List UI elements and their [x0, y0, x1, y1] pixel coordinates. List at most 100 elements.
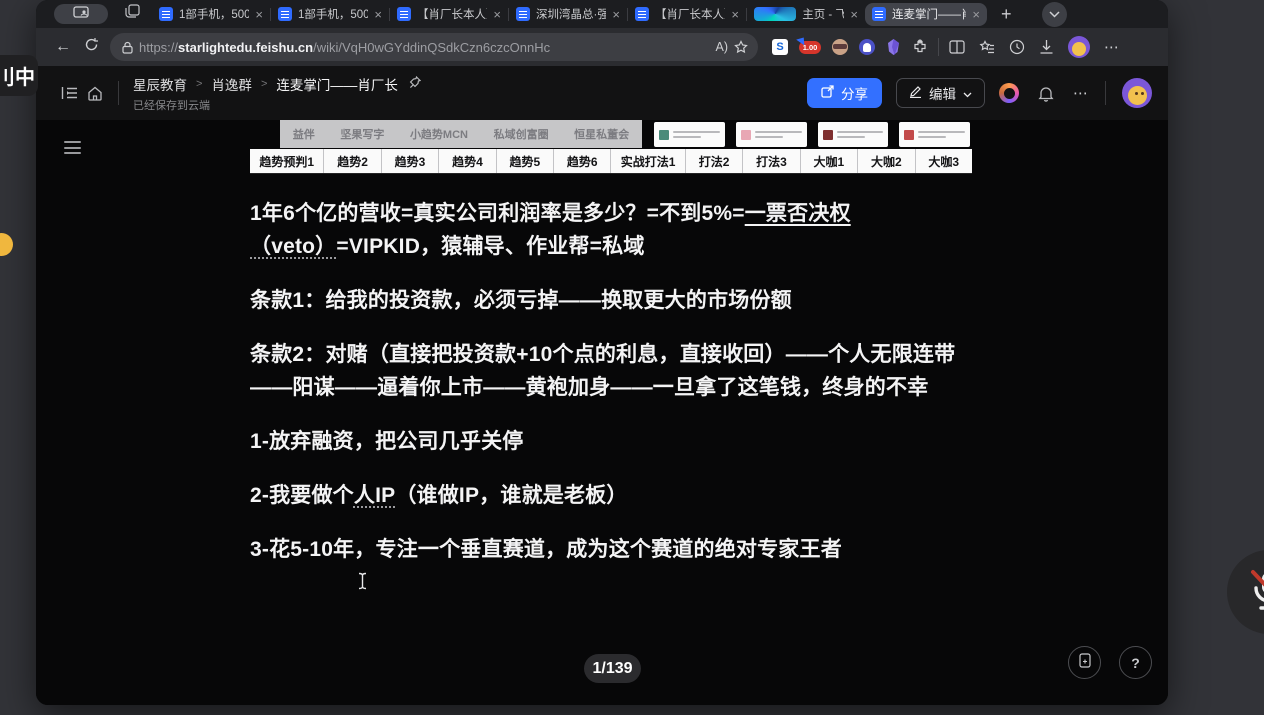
close-tab-icon[interactable]: × [972, 8, 980, 21]
extension-ghost-icon[interactable] [859, 39, 875, 55]
embed-tab[interactable]: 大咖2 [858, 149, 915, 173]
history-button[interactable] [1009, 39, 1025, 55]
extension-glasses-icon[interactable] [832, 39, 848, 55]
favorite-star-icon[interactable] [734, 40, 748, 54]
back-button[interactable]: ← [50, 34, 76, 60]
card-text-line [837, 136, 865, 138]
doc-tools-button[interactable] [1068, 646, 1101, 679]
card-lines [673, 131, 720, 138]
pencil-icon [909, 85, 922, 101]
card-text-line [918, 131, 965, 133]
text-segment: 2-我要做个 [250, 484, 354, 507]
close-tab-icon[interactable]: × [493, 8, 501, 21]
catalog-toggle-button[interactable] [64, 141, 81, 158]
tab-search-button[interactable] [1042, 2, 1067, 27]
doc-more-button[interactable]: ⋯ [1073, 84, 1089, 102]
browser-tab[interactable]: 1部手机，5000块× [152, 0, 270, 28]
browser-tab[interactable]: 深圳湾晶总·强 × [509, 0, 627, 28]
browser-tab[interactable]: 连麦掌门——肖厂× [865, 3, 987, 26]
tab-preview-button[interactable] [54, 4, 108, 24]
close-tab-icon[interactable]: × [374, 8, 382, 21]
embed-tab[interactable]: 趋势3 [382, 149, 439, 173]
home-button[interactable] [82, 80, 108, 106]
mic-muted-indicator[interactable] [1227, 550, 1264, 634]
page-indicator: 1/139 [584, 654, 641, 683]
favorites-hub-button[interactable] [979, 40, 995, 55]
extensions-puzzle-icon[interactable] [912, 39, 928, 55]
close-tab-icon[interactable]: × [612, 8, 620, 21]
browser-tab[interactable]: 【肖厂长本人】直 × [390, 0, 508, 28]
address-bar[interactable]: https://starlightedu.feishu.cn/wiki/VqH0… [110, 33, 758, 61]
notification-bell-button[interactable] [1033, 80, 1059, 106]
browser-tab[interactable]: 1部手机，5000块 × [271, 0, 389, 28]
workspaces-button[interactable] [120, 2, 144, 26]
edit-button[interactable]: 编辑 [896, 78, 985, 108]
close-tab-icon[interactable]: × [850, 8, 858, 21]
text-segment: 一票否决权 [745, 202, 851, 225]
breadcrumb-item[interactable]: 连麦掌门——肖厂长 [276, 74, 398, 94]
embed-tab[interactable]: 趋势预判1 [250, 149, 324, 173]
text-segment: 人IP [354, 484, 395, 507]
paragraph-list[interactable]: 1年6个亿的营收=真实公司利润率是多少？=不到5%=一票否决权（veto）=VI… [250, 197, 972, 566]
user-avatar[interactable] [1122, 78, 1152, 108]
close-tab-icon[interactable]: × [731, 8, 739, 21]
browser-tab[interactable]: 【肖厂长本人】直× [628, 0, 746, 28]
refresh-button[interactable] [78, 34, 104, 60]
embed-tab[interactable]: 打法2 [686, 149, 743, 173]
embed-tab[interactable]: 趋势4 [439, 149, 496, 173]
breadcrumb-block: 星辰教育>肖逸群>连麦掌门——肖厂长 已经保存到云端 [133, 74, 421, 113]
browser-menu-button[interactable]: ⋯ [1104, 38, 1120, 56]
embed-tab[interactable]: 打法3 [743, 149, 800, 173]
read-aloud-button[interactable]: A) [716, 40, 729, 54]
save-status: 已经保存到云端 [133, 97, 421, 113]
downloads-button[interactable] [1039, 39, 1054, 55]
pin-icon[interactable] [409, 76, 421, 92]
gradient-ring-icon[interactable] [999, 83, 1019, 103]
card-text-line [755, 131, 802, 133]
doc-favicon-icon [872, 7, 886, 21]
card-thumbnail [823, 130, 833, 140]
breadcrumb-item[interactable]: 星辰教育 [133, 74, 187, 94]
tab-title: 1部手机，5000块 [298, 6, 368, 22]
band-label: 小趋势MCN [410, 126, 468, 142]
embed-tab-row: 趋势预判1趋势2趋势3趋势4趋势5趋势6实战打法1打法2打法3大咖1大咖2大咖3 [250, 149, 972, 173]
text-segment: （veto） [250, 235, 336, 258]
embed-tab[interactable]: 实战打法1 [611, 149, 685, 173]
text-segment: 条款1：给我的投资款，必须亏掉——换取更大的市场份额 [250, 289, 792, 312]
embed-tab[interactable]: 趋势5 [497, 149, 554, 173]
sidebar-toggle-button[interactable] [56, 80, 82, 106]
text-segment: =VIPKID，猿辅导、作业帮=私域 [336, 235, 644, 258]
breadcrumb-separator: > [261, 78, 267, 90]
browser-tab[interactable]: 主页 - 飞书云文档× [747, 0, 865, 28]
new-tab-button[interactable]: + [1001, 4, 1012, 25]
tab-title: 【肖厂长本人】直 [417, 6, 487, 22]
document-body: 益伴坚果写字小趋势MCN私域创富圈恒星私董会 趋势预判1趋势2趋势3趋势4趋势5… [250, 120, 972, 566]
extension-price-badge-icon[interactable]: 1.00 [799, 41, 821, 54]
band-label: 恒星私董会 [574, 126, 629, 142]
doc-paragraph: 1-放弃融资，把公司几乎关停 [250, 425, 972, 458]
close-tab-icon[interactable]: × [255, 8, 263, 21]
recording-text: 刂中 [0, 61, 35, 90]
avatar-face [1128, 86, 1147, 105]
split-screen-button[interactable] [949, 40, 965, 54]
url-text: https://starlightedu.feishu.cn/wiki/VqH0… [139, 40, 710, 55]
embed-header-band: 益伴坚果写字小趋势MCN私域创富圈恒星私董会 [280, 120, 642, 148]
browser-profile-avatar[interactable] [1068, 36, 1090, 58]
embedded-image-top[interactable]: 益伴坚果写字小趋势MCN私域创富圈恒星私董会 [250, 120, 972, 148]
embed-tab[interactable]: 趋势6 [554, 149, 611, 173]
embed-tab[interactable]: 大咖3 [916, 149, 972, 173]
monitor-icon [73, 5, 89, 23]
card-text-line [673, 131, 720, 133]
tab-strip: 1部手机，5000块×1部手机，5000块×【肖厂长本人】直×深圳湾晶总·强×【… [36, 0, 1168, 28]
url-scheme: https:// [139, 40, 178, 55]
breadcrumb-item[interactable]: 肖逸群 [211, 74, 252, 94]
embed-card [899, 122, 970, 147]
doc-favicon-icon [635, 7, 649, 21]
embed-tab[interactable]: 趋势2 [324, 149, 381, 173]
share-button[interactable]: 分享 [807, 78, 882, 108]
embed-tab[interactable]: 大咖1 [801, 149, 858, 173]
help-button[interactable]: ? [1119, 646, 1152, 679]
extension-gem-icon[interactable] [886, 39, 901, 55]
tab-title: 深圳湾晶总·强 [536, 6, 606, 22]
extension-s-icon[interactable]: S [772, 39, 788, 55]
